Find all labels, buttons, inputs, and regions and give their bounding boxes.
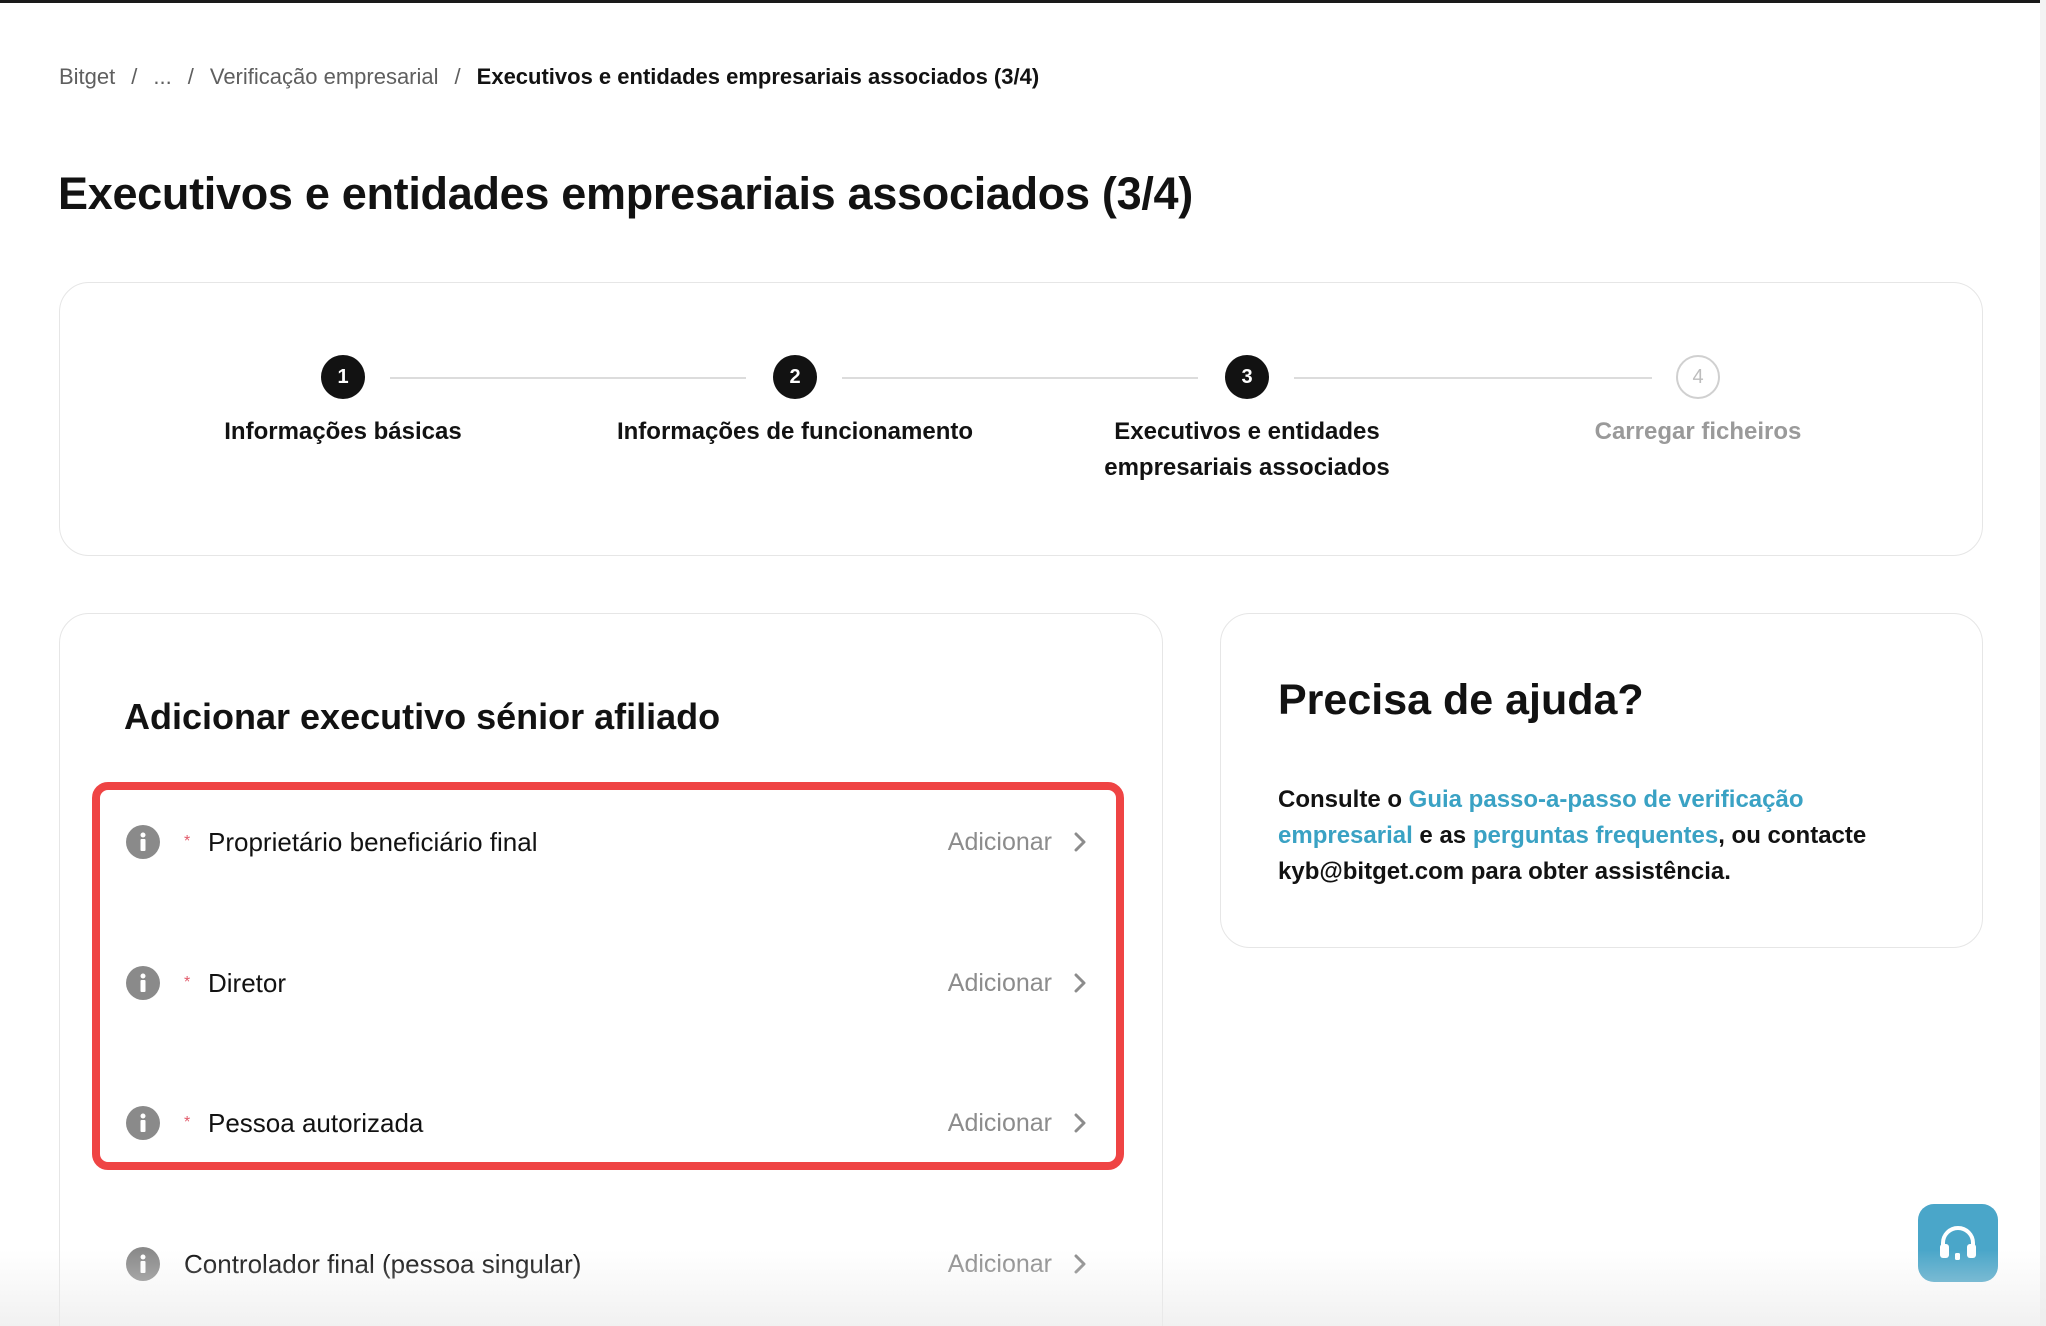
help-title: Precisa de ajuda?	[1278, 676, 1644, 724]
add-director-button[interactable]: Adicionar	[948, 969, 1086, 998]
help-text: Consulte o Guia passo-a-passo de verific…	[1278, 782, 1918, 890]
breadcrumb-business-verification[interactable]: Verificação empresarial	[210, 64, 439, 90]
required-asterisk: *	[184, 833, 191, 850]
step-connector	[842, 377, 1198, 379]
scrollbar[interactable]	[2040, 0, 2046, 1326]
help-text-part: Consulte o	[1278, 786, 1409, 813]
info-icon[interactable]	[126, 1106, 160, 1140]
step-4-indicator: 4	[1676, 355, 1720, 399]
step-2-label: Informações de funcionamento	[616, 418, 974, 445]
info-icon[interactable]	[126, 825, 160, 859]
chevron-right-icon	[1074, 832, 1086, 852]
add-label: Adicionar	[947, 1108, 1052, 1137]
breadcrumb: Bitget / ... / Verificação empresarial /…	[59, 64, 1039, 90]
breadcrumb-current: Executivos e entidades empresariais asso…	[476, 64, 1040, 89]
breadcrumb-separator: /	[131, 64, 138, 89]
page-title: Executivos e entidades empresariais asso…	[58, 168, 1193, 219]
step-2-indicator: 2	[773, 355, 817, 399]
required-asterisk: *	[184, 1114, 191, 1131]
role-label: Pessoa autorizada	[208, 1107, 424, 1138]
role-row-director: * Diretor Adicionar	[126, 958, 1086, 1008]
step-3-indicator: 3	[1225, 355, 1269, 399]
add-label: Adicionar	[947, 827, 1052, 856]
role-label: Proprietário beneficiário final	[208, 826, 538, 857]
add-ubo-button[interactable]: Adicionar	[948, 828, 1086, 857]
role-label: Controlador final (pessoa singular)	[184, 1248, 582, 1279]
window-top-border	[0, 0, 2046, 3]
role-row-ubo: * Proprietário beneficiário final Adicio…	[126, 817, 1086, 867]
step-4-label: Carregar ficheiros	[1594, 418, 1802, 445]
step-connector	[1294, 377, 1652, 379]
add-label: Adicionar	[947, 968, 1052, 997]
faq-link[interactable]: perguntas frequentes	[1473, 822, 1718, 849]
add-authorized-person-button[interactable]: Adicionar	[948, 1109, 1086, 1138]
chevron-right-icon	[1074, 1113, 1086, 1133]
chevron-right-icon	[1074, 973, 1086, 993]
step-connector	[390, 377, 746, 379]
role-row-authorized-person: * Pessoa autorizada Adicionar	[126, 1098, 1086, 1148]
role-label: Diretor	[208, 967, 287, 998]
step-1-indicator: 1	[321, 355, 365, 399]
info-icon[interactable]	[126, 966, 160, 1000]
executives-section-title: Adicionar executivo sénior afiliado	[124, 696, 721, 737]
breadcrumb-ellipsis[interactable]: ...	[153, 64, 171, 90]
step-3-label: Executivos e entidades empresariais asso…	[1104, 418, 1390, 481]
breadcrumb-home[interactable]: Bitget	[59, 64, 115, 90]
info-icon[interactable]	[126, 1247, 160, 1281]
breadcrumb-separator: /	[454, 64, 461, 89]
required-asterisk: *	[184, 974, 191, 991]
role-row-final-controller: Controlador final (pessoa singular) Adic…	[126, 1239, 1086, 1289]
step-1-label: Informações básicas	[224, 418, 462, 445]
help-card	[1220, 613, 1983, 948]
breadcrumb-separator: /	[187, 64, 194, 89]
help-text-part: e as	[1412, 822, 1473, 849]
support-chat-button[interactable]	[1918, 1204, 1998, 1282]
add-label: Adicionar	[947, 1249, 1052, 1278]
chevron-right-icon	[1074, 1254, 1086, 1274]
add-final-controller-button[interactable]: Adicionar	[948, 1250, 1086, 1279]
headset-icon	[1940, 1226, 1976, 1260]
